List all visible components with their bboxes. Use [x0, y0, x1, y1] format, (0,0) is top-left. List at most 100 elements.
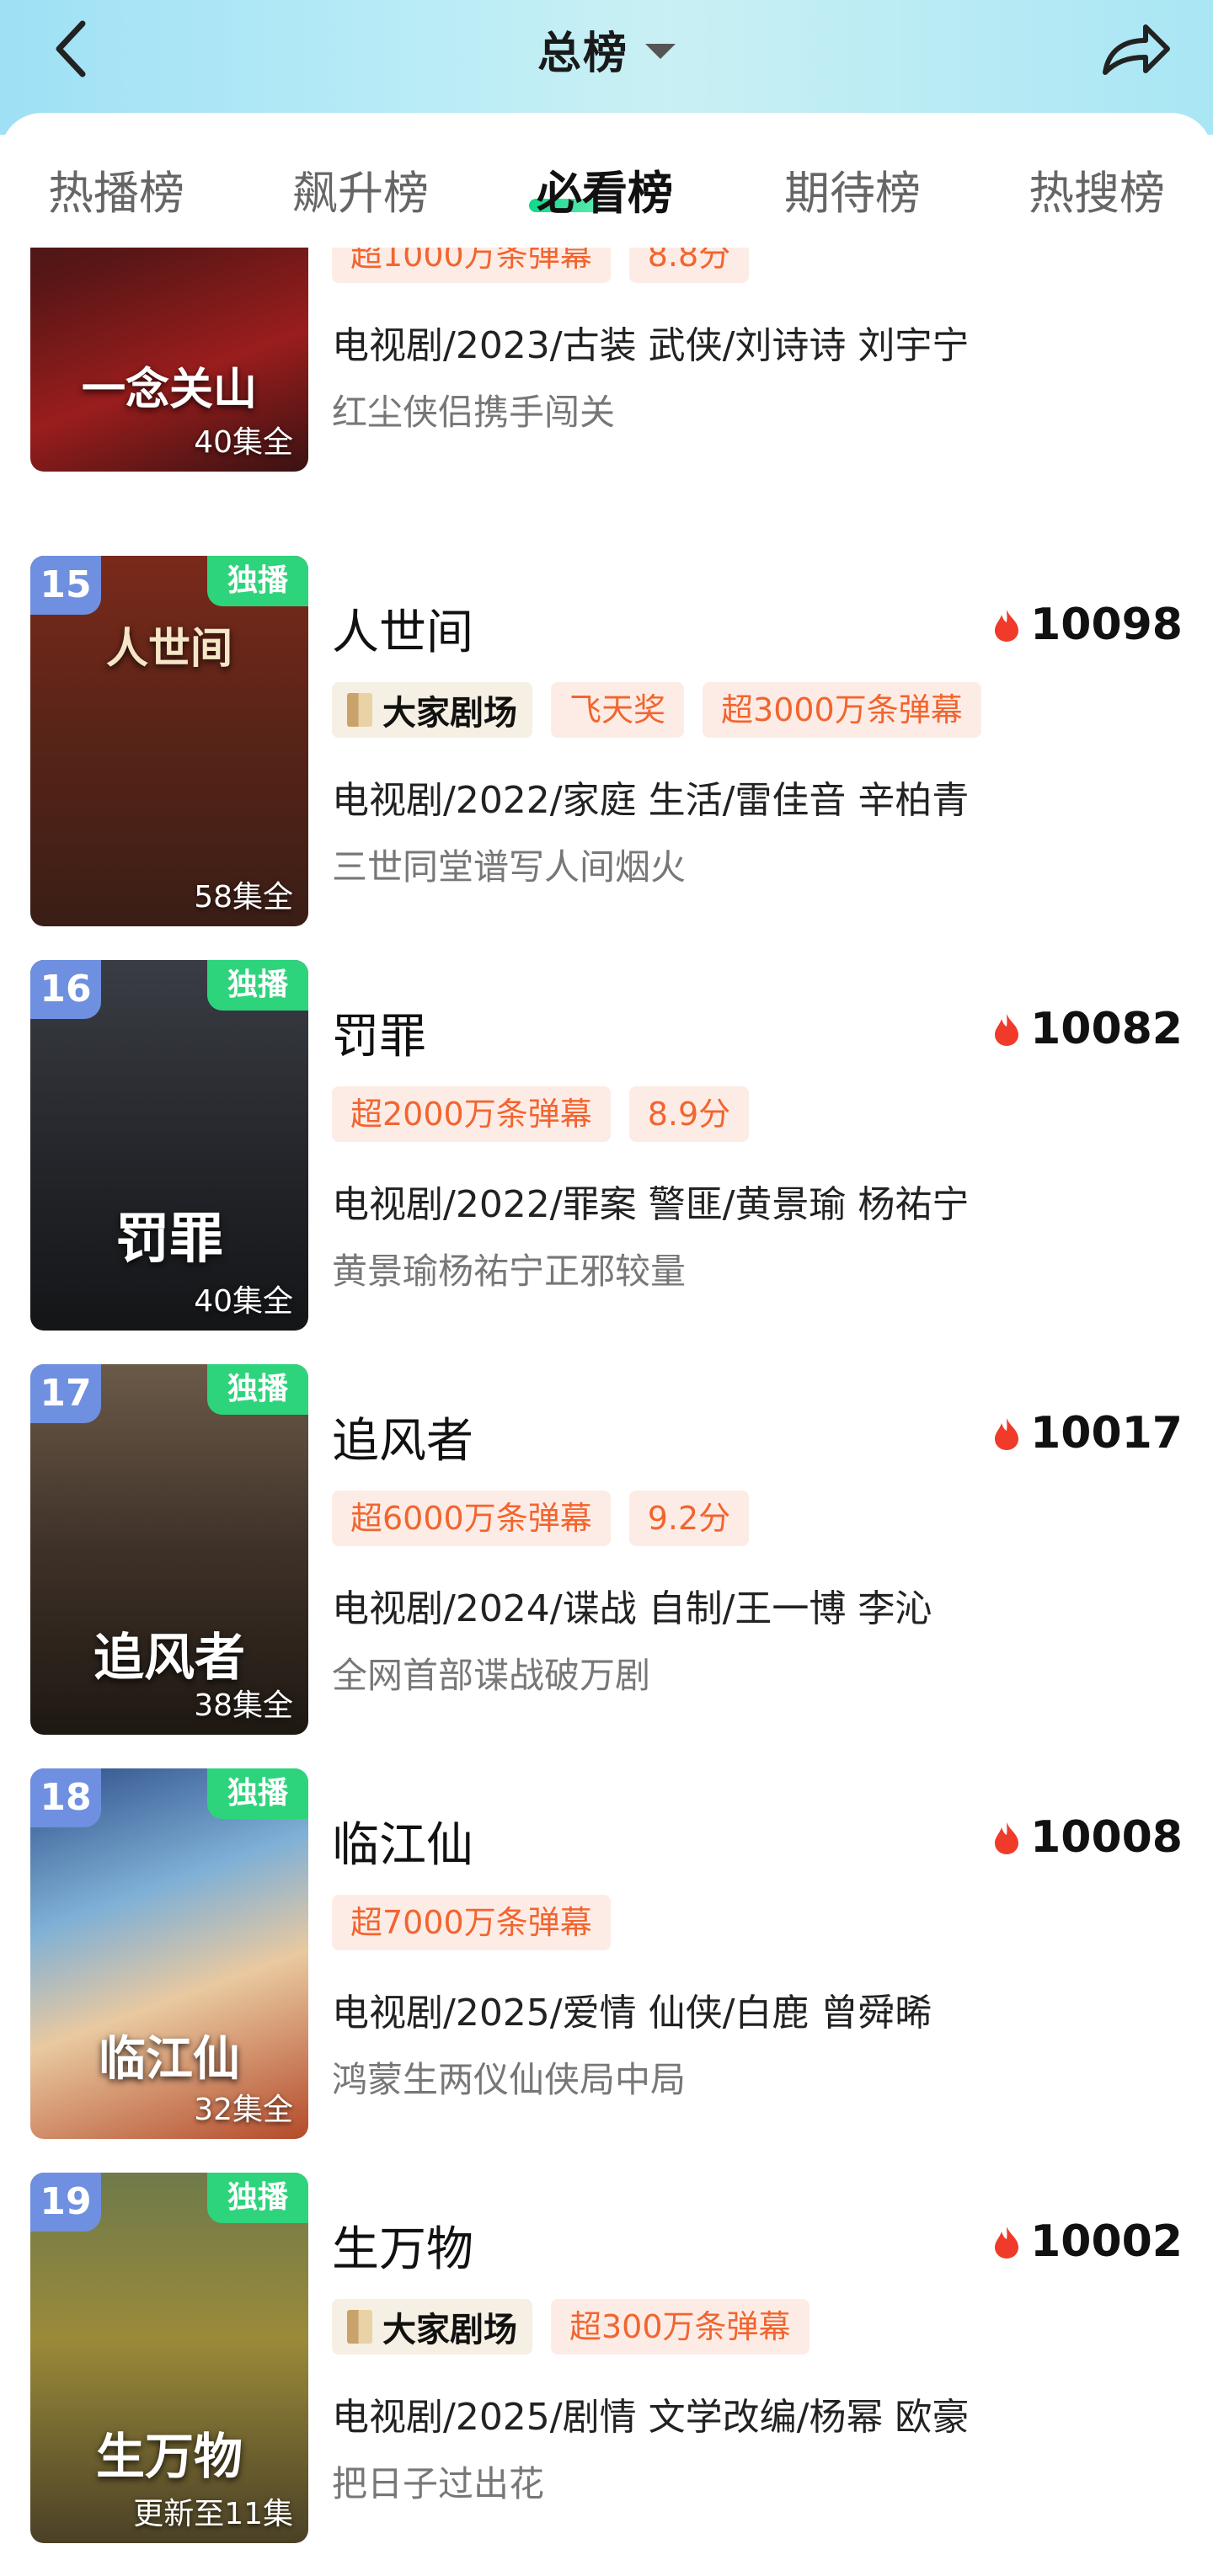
flame-icon	[995, 610, 1019, 642]
list-item[interactable]: 临江仙 18 独播 32集全 临江仙 10008 超7000万条弹幕 电视剧/2…	[0, 1768, 1213, 2173]
brand-badge: 大家剧场	[332, 2299, 532, 2355]
tag-row: 超1000万条弹幕 8.8分	[332, 248, 750, 283]
show-meta: 电视剧/2024/谍战 自制/王一博 李沁	[332, 1587, 932, 1630]
score-tag: 8.9分	[628, 1086, 750, 1142]
show-desc: 把日子过出花	[332, 2463, 545, 2504]
show-meta: 电视剧/2023/古装 武侠/刘诗诗 刘宇宁	[332, 324, 970, 367]
heat-score: 10017	[993, 1406, 1183, 1460]
episode-count: 32集全	[194, 2093, 293, 2127]
heat-value: 10082	[1030, 1004, 1183, 1054]
episode-count: 40集全	[194, 1284, 293, 1319]
poster[interactable]: 一念关山 40集全	[30, 248, 308, 472]
rank-badge: 16	[30, 960, 101, 1019]
ranking-list: 一念关山 40集全 超1000万条弹幕 8.8分 电视剧/2023/古装 武侠/…	[0, 248, 1213, 2576]
poster-title: 一念关山	[81, 364, 257, 415]
tab-hot-playing[interactable]: 热播榜	[24, 160, 209, 227]
page-title: 总榜	[537, 28, 628, 79]
danmaku-tag: 超2000万条弹幕	[332, 1086, 611, 1142]
ranking-type-dropdown[interactable]: 总榜	[537, 15, 676, 83]
show-meta: 电视剧/2022/罪案 警匪/黄景瑜 杨祐宁	[332, 1183, 970, 1226]
list-item[interactable]: 人世间 15 独播 58集全 人世间 10098 大家剧场 飞天奖 超3000万…	[0, 556, 1213, 960]
show-desc: 三世同堂谱写人间烟火	[332, 846, 687, 888]
show-desc: 红尘侠侣携手闯关	[332, 392, 616, 433]
rank-badge: 15	[30, 556, 101, 615]
heat-score: 10098	[993, 598, 1183, 652]
episode-count: 38集全	[194, 1688, 293, 1723]
exclusive-badge: 独播	[207, 960, 308, 1011]
list-item[interactable]: 一念关山 40集全 超1000万条弹幕 8.8分 电视剧/2023/古装 武侠/…	[0, 248, 1213, 505]
poster[interactable]: 临江仙 18 独播 32集全	[30, 1768, 308, 2139]
share-arrow-icon	[1103, 24, 1170, 75]
flame-icon	[995, 1418, 1019, 1450]
book-icon	[347, 693, 372, 727]
poster-title: 临江仙	[99, 2031, 240, 2087]
show-title[interactable]: 生万物	[332, 2211, 473, 2280]
heat-score: 10008	[993, 1811, 1183, 1864]
tab-rising[interactable]: 飙升榜	[268, 160, 453, 227]
episode-count: 更新至11集	[133, 2497, 293, 2531]
heat-score: 10082	[993, 1002, 1183, 1056]
danmaku-tag: 超300万条弹幕	[551, 2299, 810, 2355]
show-desc: 鸿蒙生两仪仙侠局中局	[332, 2059, 687, 2100]
episode-count: 58集全	[194, 880, 293, 915]
tag-row: 大家剧场 超300万条弹幕	[332, 2299, 810, 2355]
list-item[interactable]: 生万物 19 独播 更新至11集 生万物 10002 大家剧场 超300万条弹幕…	[0, 2173, 1213, 2576]
tag-row: 超7000万条弹幕	[332, 1895, 611, 1950]
danmaku-tag: 超3000万条弹幕	[703, 682, 981, 738]
heat-score: 10002	[993, 2215, 1183, 2269]
exclusive-badge: 独播	[207, 1768, 308, 1819]
ranking-tabs: 热播榜 飙升榜 必看榜 期待榜 热搜榜	[0, 113, 1213, 248]
poster[interactable]: 罚罪 16 独播 40集全	[30, 960, 308, 1331]
tag-row: 超2000万条弹幕 8.9分	[332, 1086, 750, 1142]
exclusive-badge: 独播	[207, 556, 308, 606]
heat-value: 10098	[1030, 600, 1183, 650]
share-button[interactable]	[1093, 12, 1178, 88]
poster[interactable]: 人世间 15 独播 58集全	[30, 556, 308, 926]
brand-label: 大家剧场	[382, 693, 517, 733]
rank-badge: 17	[30, 1364, 101, 1423]
danmaku-tag: 超7000万条弹幕	[332, 1895, 611, 1950]
exclusive-badge: 独播	[207, 1364, 308, 1415]
tab-anticipated[interactable]: 期待榜	[760, 160, 945, 227]
poster-title: 追风者	[94, 1629, 245, 1688]
score-tag: 9.2分	[628, 1491, 750, 1546]
tag-row: 超6000万条弹幕 9.2分	[332, 1491, 750, 1546]
episode-count: 40集全	[194, 425, 293, 460]
danmaku-tag: 超6000万条弹幕	[332, 1491, 611, 1546]
flame-icon	[995, 2227, 1019, 2259]
show-desc: 黄景瑜杨祐宁正邪较量	[332, 1251, 687, 1292]
tag-row: 大家剧场 飞天奖 超3000万条弹幕	[332, 682, 981, 738]
show-title[interactable]: 人世间	[332, 595, 473, 663]
show-title[interactable]: 临江仙	[332, 1807, 473, 1875]
flame-icon	[995, 1014, 1019, 1046]
show-title[interactable]: 罚罪	[332, 999, 426, 1067]
exclusive-badge: 独播	[207, 2173, 308, 2223]
poster[interactable]: 生万物 19 独播 更新至11集	[30, 2173, 308, 2543]
heat-value: 10017	[1030, 1408, 1183, 1459]
heat-value: 10002	[1030, 2216, 1183, 2267]
list-item[interactable]: 罚罪 16 独播 40集全 罚罪 10082 超2000万条弹幕 8.9分 电视…	[0, 960, 1213, 1364]
brand-label: 大家剧场	[382, 2310, 517, 2349]
rank-badge: 18	[30, 1768, 101, 1827]
poster-title: 生万物	[95, 2428, 243, 2485]
show-meta: 电视剧/2025/剧情 文学改编/杨幂 欧豪	[332, 2396, 970, 2439]
show-meta: 电视剧/2022/家庭 生活/雷佳音 辛柏青	[332, 779, 970, 822]
tab-must-watch[interactable]: 必看榜	[512, 160, 697, 227]
list-item[interactable]: 追风者 17 独播 38集全 追风者 10017 超6000万条弹幕 9.2分 …	[0, 1364, 1213, 1768]
poster[interactable]: 追风者 17 独播 38集全	[30, 1364, 308, 1735]
score-tag: 8.8分	[628, 248, 750, 283]
caret-down-icon	[645, 44, 676, 59]
heat-value: 10008	[1030, 1812, 1183, 1863]
poster-title: 人世间	[106, 623, 232, 673]
brand-badge: 大家剧场	[332, 682, 532, 738]
poster-title: 罚罪	[115, 1208, 223, 1271]
award-tag: 飞天奖	[551, 682, 685, 738]
show-meta: 电视剧/2025/爱情 仙侠/白鹿 曾舜晞	[332, 1992, 932, 2035]
flame-icon	[995, 1822, 1019, 1854]
danmaku-tag: 超1000万条弹幕	[332, 248, 611, 283]
book-icon	[347, 2310, 372, 2344]
rank-badge: 19	[30, 2173, 101, 2232]
show-title[interactable]: 追风者	[332, 1403, 473, 1471]
show-desc: 全网首部谍战破万剧	[332, 1655, 651, 1696]
tab-hot-search[interactable]: 热搜榜	[1004, 160, 1189, 227]
